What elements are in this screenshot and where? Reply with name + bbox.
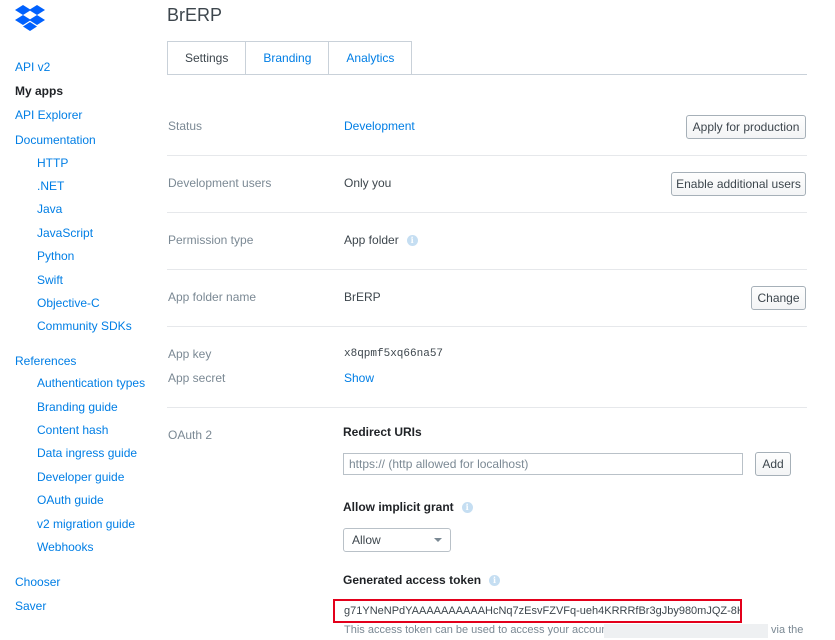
redirect-uris-heading: Redirect URIs: [343, 425, 422, 439]
implicit-grant-selected-value: Allow: [352, 533, 381, 547]
development-users-value: Only you: [344, 176, 392, 190]
allow-implicit-grant-text: Allow implicit grant: [343, 500, 454, 514]
oauth2-label: OAuth 2: [168, 428, 213, 442]
nav-ref-webhooks[interactable]: Webhooks: [37, 540, 93, 554]
info-icon[interactable]: i: [406, 235, 418, 247]
enable-additional-users-button[interactable]: Enable additional users: [671, 172, 806, 196]
nav-ref-content-hash[interactable]: Content hash: [37, 423, 108, 437]
row-divider: [167, 269, 807, 270]
generated-access-token-text: Generated access token: [343, 573, 482, 587]
status-value-link[interactable]: Development: [344, 119, 415, 133]
tab-analytics[interactable]: Analytics: [329, 41, 413, 75]
nav-chooser[interactable]: Chooser: [15, 575, 60, 589]
nav-ref-v2-migration-guide[interactable]: v2 migration guide: [37, 517, 135, 531]
nav-doc-http[interactable]: HTTP: [37, 156, 68, 170]
row-divider: [167, 407, 807, 408]
nav-ref-oauth-guide[interactable]: OAuth guide: [37, 493, 104, 507]
redacted-account: [604, 624, 768, 638]
implicit-grant-select[interactable]: Allow: [343, 528, 451, 552]
tab-bar-divider: [167, 74, 807, 75]
nav-ref-branding-guide[interactable]: Branding guide: [37, 400, 118, 414]
permission-type-text: App folder: [344, 233, 399, 247]
app-key-label: App key: [168, 347, 212, 361]
permission-type-label: Permission type: [168, 233, 254, 247]
nav-saver[interactable]: Saver: [15, 599, 46, 613]
redirect-uri-input[interactable]: https:// (http allowed for localhost): [343, 453, 743, 475]
tab-settings[interactable]: Settings: [167, 41, 247, 75]
row-divider: [167, 212, 807, 213]
nav-doc-dotnet[interactable]: .NET: [37, 179, 64, 193]
nav-doc-objective-c[interactable]: Objective-C: [37, 296, 100, 310]
info-icon[interactable]: i: [489, 575, 501, 587]
nav-doc-python[interactable]: Python: [37, 249, 74, 263]
generated-access-token-heading: Generated access token i: [343, 573, 501, 587]
apply-for-production-button[interactable]: Apply for production: [686, 115, 806, 139]
chevron-down-icon: [434, 538, 442, 542]
nav-doc-java[interactable]: Java: [37, 202, 62, 216]
app-key-value: x8qpmf5xq66na57: [344, 348, 444, 360]
tab-branding[interactable]: Branding: [246, 41, 330, 75]
app-folder-name-label: App folder name: [168, 290, 257, 304]
page-title: BrERP: [167, 5, 223, 25]
dropbox-logo[interactable]: [14, 4, 46, 32]
tab-bar: Settings Branding Analytics: [167, 41, 413, 75]
row-divider: [167, 326, 807, 327]
nav-api-explorer[interactable]: API Explorer: [15, 108, 82, 122]
status-label: Status: [168, 119, 203, 133]
add-redirect-uri-button[interactable]: Add: [755, 452, 791, 476]
row-divider: [167, 155, 807, 156]
change-folder-name-button[interactable]: Change: [751, 286, 806, 310]
nav-doc-javascript[interactable]: JavaScript: [37, 226, 93, 240]
nav-ref-data-ingress-guide[interactable]: Data ingress guide: [37, 446, 137, 460]
development-users-label: Development users: [168, 176, 272, 190]
app-secret-show-link[interactable]: Show: [344, 371, 374, 385]
nav-ref-authentication-types[interactable]: Authentication types: [37, 376, 145, 390]
nav-my-apps[interactable]: My apps: [15, 84, 63, 98]
nav-references[interactable]: References: [15, 354, 76, 368]
access-token-field[interactable]: g71YNeNPdYAAAAAAAAAAHcNq7zEsvFZVFq-ueh4K…: [333, 599, 742, 623]
app-secret-label: App secret: [168, 371, 226, 385]
nav-api-v2[interactable]: API v2: [15, 60, 50, 74]
info-icon[interactable]: i: [461, 502, 473, 514]
app-folder-name-value: BrERP: [344, 290, 381, 304]
access-token-note: This access token can be used to access …: [344, 624, 611, 636]
nav-ref-developer-guide[interactable]: Developer guide: [37, 470, 124, 484]
permission-type-value: App folder i: [344, 233, 418, 247]
nav-documentation[interactable]: Documentation: [15, 133, 96, 147]
nav-doc-community-sdks[interactable]: Community SDKs: [37, 319, 132, 333]
allow-implicit-grant-heading: Allow implicit grant i: [343, 500, 473, 514]
nav-doc-swift[interactable]: Swift: [37, 273, 63, 287]
access-token-note-tail: via the: [771, 624, 804, 636]
